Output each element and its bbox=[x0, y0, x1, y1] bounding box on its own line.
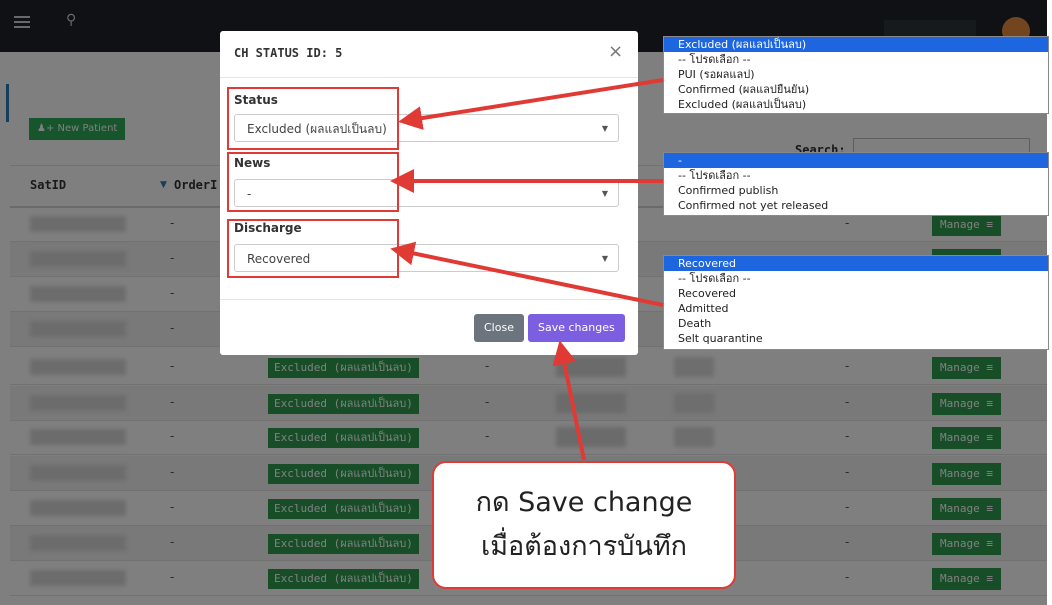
instruction-callout: กด Save change เมื่อต้องการบันทึก bbox=[432, 461, 736, 589]
callout-line-1: กด Save change bbox=[475, 487, 693, 518]
screenshot: ⚲ ♟+ New Patient Search: SatID ▼ OrderI … bbox=[0, 0, 1052, 605]
arrow-to-status bbox=[398, 78, 664, 130]
callout-line-2: เมื่อต้องการบันทึก bbox=[481, 531, 687, 562]
arrow-to-discharge bbox=[390, 241, 664, 307]
arrow-to-save bbox=[552, 340, 586, 461]
